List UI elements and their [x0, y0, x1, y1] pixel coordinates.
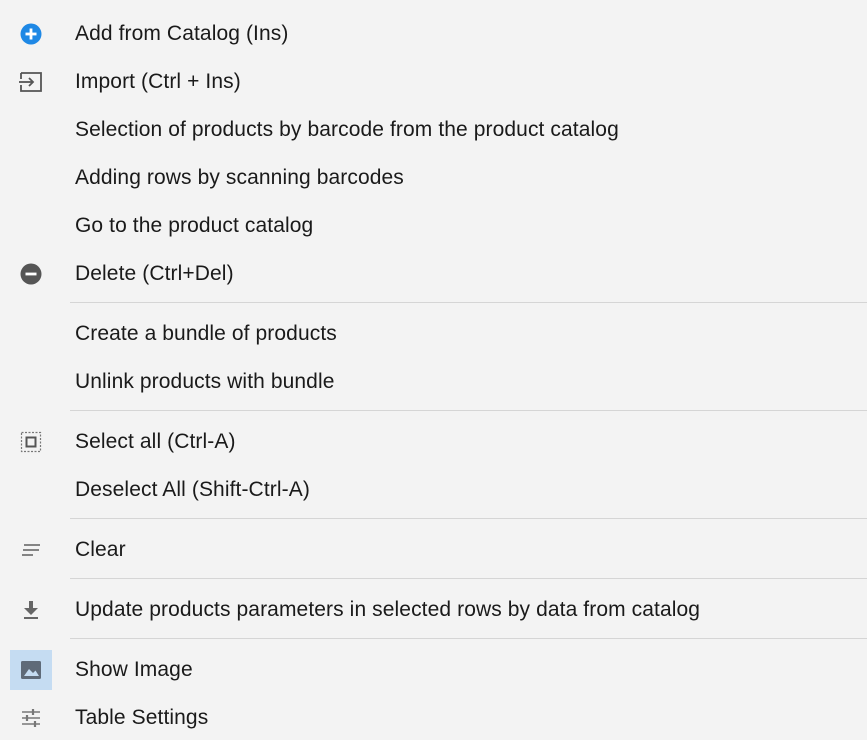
menu-item-label: Create a bundle of products — [75, 322, 337, 345]
menu-item-label: Table Settings — [75, 706, 209, 729]
menu-item-label: Go to the product catalog — [75, 214, 314, 237]
menu-item-show-image[interactable]: Show Image — [0, 650, 867, 690]
menu-separator — [70, 410, 867, 411]
menu-item-label: Add from Catalog (Ins) — [75, 22, 289, 45]
select-all-icon — [10, 422, 52, 462]
menu-item-select-by-barcode[interactable]: Selection of products by barcode from th… — [0, 110, 867, 150]
image-icon — [10, 650, 52, 690]
menu-item-label: Clear — [75, 538, 126, 561]
menu-separator — [70, 518, 867, 519]
menu-item-select-all[interactable]: Select all (Ctrl-A) — [0, 422, 867, 462]
menu-item-create-bundle[interactable]: Create a bundle of products — [0, 314, 867, 354]
menu-item-table-settings[interactable]: Table Settings — [0, 698, 867, 738]
menu-item-label: Unlink products with bundle — [75, 370, 335, 393]
menu-separator — [70, 302, 867, 303]
menu-item-label: Show Image — [75, 658, 193, 681]
menu-item-clear[interactable]: Clear — [0, 530, 867, 570]
menu-item-label: Select all (Ctrl-A) — [75, 430, 236, 453]
menu-item-label: Selection of products by barcode from th… — [75, 118, 619, 141]
settings-sliders-icon — [10, 698, 52, 738]
menu-item-import[interactable]: Import (Ctrl + Ins) — [0, 62, 867, 102]
menu-item-deselect-all[interactable]: Deselect All (Shift-Ctrl-A) — [0, 470, 867, 510]
menu-item-label: Deselect All (Shift-Ctrl-A) — [75, 478, 310, 501]
context-menu: Add from Catalog (Ins) Import (Ctrl + In… — [0, 0, 867, 740]
menu-item-update-from-catalog[interactable]: Update products parameters in selected r… — [0, 590, 867, 630]
image-toggle — [10, 650, 52, 690]
menu-item-go-to-catalog[interactable]: Go to the product catalog — [0, 206, 867, 246]
menu-item-label: Update products parameters in selected r… — [75, 598, 701, 621]
menu-item-delete[interactable]: Delete (Ctrl+Del) — [0, 254, 867, 294]
plus-circle-icon — [10, 14, 52, 54]
menu-item-label: Import (Ctrl + Ins) — [75, 70, 241, 93]
clear-icon — [10, 530, 52, 570]
menu-separator — [70, 638, 867, 639]
menu-item-unlink-bundle[interactable]: Unlink products with bundle — [0, 362, 867, 402]
menu-separator — [70, 578, 867, 579]
menu-item-scan-barcodes[interactable]: Adding rows by scanning barcodes — [0, 158, 867, 198]
menu-item-label: Adding rows by scanning barcodes — [75, 166, 404, 189]
minus-circle-icon — [10, 254, 52, 294]
menu-item-add-from-catalog[interactable]: Add from Catalog (Ins) — [0, 14, 867, 54]
import-icon — [10, 62, 52, 102]
download-icon — [10, 590, 52, 630]
menu-item-label: Delete (Ctrl+Del) — [75, 262, 234, 285]
